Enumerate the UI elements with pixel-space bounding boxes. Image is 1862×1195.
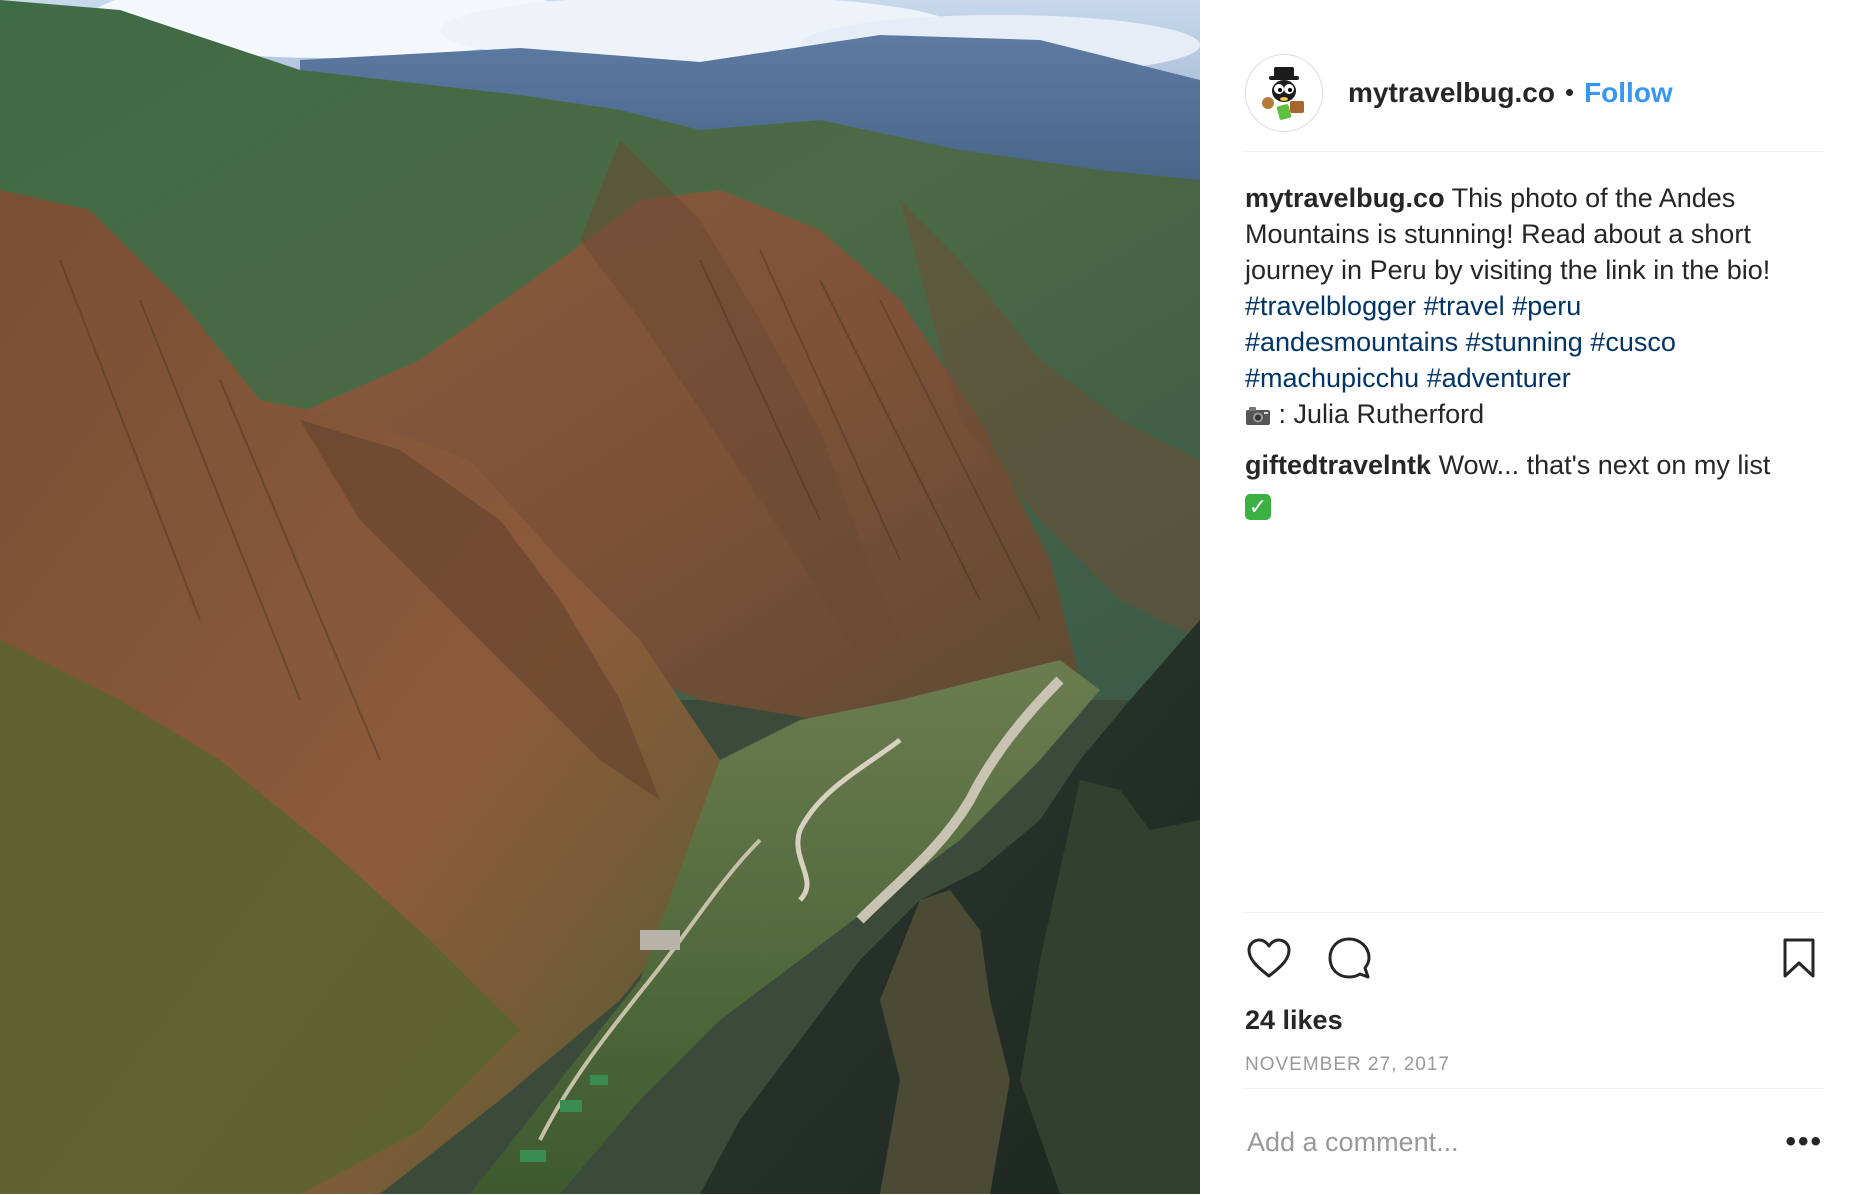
comment-input[interactable] [1245, 1125, 1786, 1159]
mountain-photo [0, 0, 1200, 1194]
caption: mytravelbug.co This photo of the Andes M… [1245, 180, 1830, 435]
comments-section: mytravelbug.co This photo of the Andes M… [1245, 180, 1830, 532]
hashtag[interactable]: #adventurer [1427, 363, 1571, 393]
post-header: mytravelbug.co • Follow [1245, 34, 1823, 152]
more-options-icon[interactable]: ••• [1785, 1125, 1823, 1159]
hashtag-list: #travelblogger #travel #peru #andesmount… [1245, 291, 1676, 393]
comment-bubble-icon[interactable] [1325, 934, 1373, 982]
hashtag[interactable]: #stunning [1466, 327, 1583, 357]
hashtag[interactable]: #machupicchu [1245, 363, 1419, 393]
hashtag[interactable]: #peru [1512, 291, 1581, 321]
check-mark-icon: ✓ [1245, 494, 1271, 520]
likes-count[interactable]: 24 likes [1245, 1005, 1823, 1036]
follow-button[interactable]: Follow [1584, 77, 1673, 109]
photo-credit: : Julia Rutherford [1278, 399, 1485, 429]
bookmark-icon[interactable] [1775, 934, 1823, 982]
hashtag[interactable]: #cusco [1590, 327, 1676, 357]
post-side-panel: mytravelbug.co • Follow mytravelbug.co T… [1200, 0, 1862, 1194]
hashtag[interactable]: #andesmountains [1245, 327, 1458, 357]
bug-mascot-icon [1262, 66, 1304, 120]
post-photo[interactable] [0, 0, 1200, 1194]
camera-icon [1245, 399, 1271, 435]
header-username[interactable]: mytravelbug.co [1348, 77, 1555, 109]
post-actions-area: 24 likes NOVEMBER 27, 2017 [1245, 912, 1823, 1076]
add-comment-bar: ••• [1245, 1088, 1823, 1195]
comment-item: giftedtravelntk Wow... that's next on my… [1245, 447, 1830, 520]
comment-text: Wow... that's next on my list [1438, 450, 1771, 480]
heart-icon[interactable] [1245, 934, 1293, 982]
comment-username[interactable]: giftedtravelntk [1245, 450, 1431, 480]
avatar[interactable] [1245, 53, 1323, 132]
caption-username[interactable]: mytravelbug.co [1245, 183, 1445, 213]
action-bar [1245, 913, 1823, 1003]
separator-dot: • [1564, 77, 1575, 107]
hashtag[interactable]: #travel [1424, 291, 1505, 321]
post-date: NOVEMBER 27, 2017 [1245, 1054, 1450, 1075]
hashtag[interactable]: #travelblogger [1245, 291, 1416, 321]
